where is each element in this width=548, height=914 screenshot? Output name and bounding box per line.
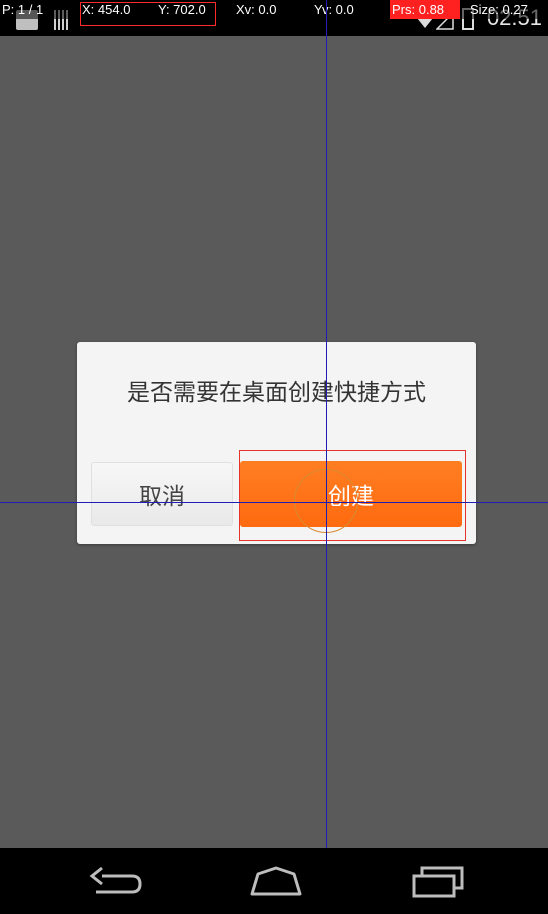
pointer-y-velocity: Yv: 0.0 xyxy=(314,2,354,17)
back-icon[interactable] xyxy=(82,864,146,900)
crosshair-horizontal xyxy=(0,502,548,503)
recents-icon[interactable] xyxy=(406,864,470,900)
pointer-count: P: 1 / 1 xyxy=(2,2,44,17)
navigation-bar xyxy=(0,848,548,914)
home-icon[interactable] xyxy=(244,864,308,900)
pointer-size: Size: 0.27 xyxy=(470,2,528,17)
pointer-pressure: Prs: 0.88 xyxy=(390,0,460,19)
cancel-button[interactable]: 取消 xyxy=(91,462,233,526)
crosshair-vertical xyxy=(326,0,327,914)
screen: 02:51 P: 1 / 1 X: 454.0 Y: 702.0 Xv: 0.0… xyxy=(0,0,548,914)
pointer-x-velocity: Xv: 0.0 xyxy=(236,2,277,17)
pointer-pressure-label: Prs: 0.88 xyxy=(392,2,445,17)
coordinate-highlight-box xyxy=(80,2,216,26)
dialog-message: 是否需要在桌面创建快捷方式 xyxy=(127,380,426,406)
